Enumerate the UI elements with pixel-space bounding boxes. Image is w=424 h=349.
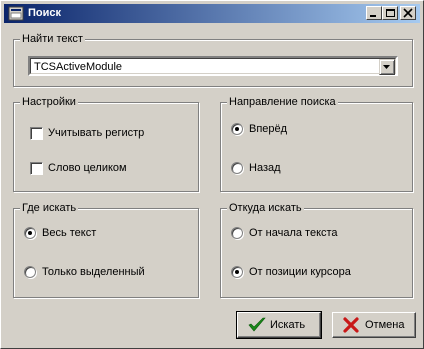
origin-cursor-label[interactable]: От позиции курсора — [249, 266, 351, 279]
window-title: Поиск — [28, 7, 62, 19]
scope-selection-radio[interactable]: Только выделенный — [24, 266, 189, 280]
find-text-value[interactable]: TCSActiveModule — [34, 61, 122, 73]
chevron-down-icon — [383, 65, 390, 69]
origin-start-label[interactable]: От начала текста — [249, 227, 338, 240]
radio-button[interactable] — [231, 162, 243, 174]
settings-group: Настройки Учитывать регистр Слово целико… — [13, 95, 199, 192]
direction-backward-label[interactable]: Назад — [249, 162, 281, 175]
scope-legend: Где искать — [20, 201, 79, 215]
origin-cursor-radio[interactable]: От позиции курсора — [231, 266, 406, 280]
search-button-label: Искать — [270, 319, 306, 331]
radio-button[interactable] — [24, 266, 36, 278]
app-icon — [8, 6, 24, 21]
close-icon — [403, 8, 413, 18]
origin-legend: Откуда искать — [227, 201, 304, 215]
case-sensitive-label[interactable]: Учитывать регистр — [48, 127, 144, 140]
close-button[interactable] — [400, 6, 416, 20]
direction-forward-label[interactable]: Вперёд — [249, 123, 287, 136]
radio-button[interactable] — [24, 227, 36, 239]
radio-selected-dot — [235, 270, 239, 274]
find-text-combobox[interactable]: TCSActiveModule — [28, 56, 398, 76]
radio-selected-dot — [235, 127, 239, 131]
checkbox-box[interactable] — [30, 127, 43, 140]
maximize-button[interactable] — [382, 6, 398, 20]
combo-dropdown-button[interactable] — [379, 59, 395, 75]
cancel-button-label: Отмена — [365, 319, 405, 331]
direction-forward-radio[interactable]: Вперёд — [231, 123, 381, 137]
scope-all-text-label[interactable]: Весь текст — [42, 227, 96, 240]
scope-all-text-radio[interactable]: Весь текст — [24, 227, 184, 241]
scope-selection-label[interactable]: Только выделенный — [42, 266, 145, 279]
radio-button[interactable] — [231, 227, 243, 239]
whole-word-checkbox[interactable]: Слово целиком — [30, 162, 180, 176]
minimize-button[interactable] — [366, 6, 382, 20]
minimize-icon — [370, 15, 376, 17]
cancel-button[interactable]: Отмена — [332, 312, 416, 338]
find-text-legend: Найти текст — [20, 32, 85, 46]
title-bar[interactable]: Поиск — [4, 4, 420, 23]
red-x-icon — [343, 317, 359, 333]
direction-legend: Направление поиска — [227, 95, 338, 109]
origin-start-radio[interactable]: От начала текста — [231, 227, 401, 241]
whole-word-label[interactable]: Слово целиком — [48, 162, 127, 175]
direction-group: Направление поиска Вперёд Назад — [220, 95, 413, 192]
radio-selected-dot — [28, 231, 32, 235]
radio-button[interactable] — [231, 266, 243, 278]
search-button[interactable]: Искать — [236, 311, 322, 339]
case-sensitive-checkbox[interactable]: Учитывать регистр — [30, 127, 180, 141]
combo-frame: TCSActiveModule — [30, 58, 396, 75]
scope-group: Где искать Весь текст Только выделенный — [13, 201, 199, 298]
maximize-icon — [386, 9, 395, 17]
origin-group: Откуда искать От начала текста От позици… — [220, 201, 413, 298]
radio-button[interactable] — [231, 123, 243, 135]
find-text-group: Найти текст TCSActiveModule — [13, 32, 413, 87]
checkmark-icon — [248, 317, 266, 332]
checkbox-box[interactable] — [30, 162, 43, 175]
direction-backward-radio[interactable]: Назад — [231, 162, 381, 176]
search-dialog: Поиск Найти текст TCSActiveModule Настро… — [0, 0, 424, 349]
settings-legend: Настройки — [20, 95, 78, 109]
